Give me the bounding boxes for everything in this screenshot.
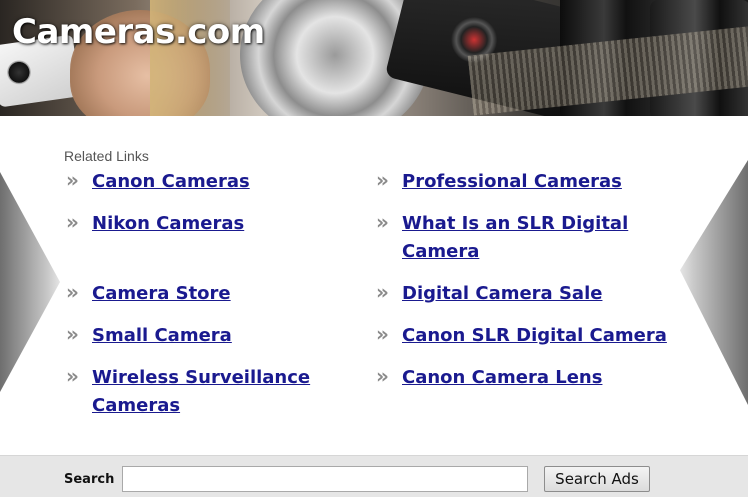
link-nikon-cameras[interactable]: Nikon Cameras: [92, 210, 244, 238]
list-item: » Wireless Surveillance Cameras: [66, 364, 310, 420]
right-chevron-decoration: [680, 160, 748, 405]
double-chevron-icon: »: [376, 322, 389, 346]
list-item: » Canon Cameras: [66, 168, 250, 196]
search-bar: Search Search Ads: [0, 455, 748, 497]
search-label: Search: [64, 472, 115, 487]
list-item: » Small Camera: [66, 322, 232, 350]
double-chevron-icon: »: [66, 364, 79, 388]
double-chevron-icon: »: [66, 322, 79, 346]
link-professional-cameras[interactable]: Professional Cameras: [402, 168, 622, 196]
link-wireless-surveillance-cameras[interactable]: Wireless Surveillance Cameras: [92, 364, 310, 420]
link-canon-cameras[interactable]: Canon Cameras: [92, 168, 250, 196]
site-title[interactable]: Cameras.com: [12, 12, 265, 52]
list-item: » What Is an SLR Digital Camera: [376, 210, 628, 266]
list-item: » Camera Store: [66, 280, 231, 308]
left-chevron-decoration: [0, 172, 60, 392]
search-ads-button[interactable]: Search Ads: [544, 466, 650, 492]
search-input[interactable]: [122, 466, 528, 492]
double-chevron-icon: »: [66, 210, 79, 234]
double-chevron-icon: »: [66, 168, 79, 192]
double-chevron-icon: »: [66, 280, 79, 304]
double-chevron-icon: »: [376, 210, 389, 234]
double-chevron-icon: »: [376, 168, 389, 192]
list-item: » Canon SLR Digital Camera: [376, 322, 667, 350]
double-chevron-icon: »: [376, 280, 389, 304]
list-item: » Canon Camera Lens: [376, 364, 602, 392]
list-item: » Professional Cameras: [376, 168, 622, 196]
list-item: » Digital Camera Sale: [376, 280, 602, 308]
double-chevron-icon: »: [376, 364, 389, 388]
related-links-heading: Related Links: [64, 148, 149, 164]
header-banner: Cameras.com: [0, 0, 748, 116]
link-digital-camera-sale[interactable]: Digital Camera Sale: [402, 280, 602, 308]
link-camera-store[interactable]: Camera Store: [92, 280, 231, 308]
list-item: » Nikon Cameras: [66, 210, 244, 238]
link-canon-camera-lens[interactable]: Canon Camera Lens: [402, 364, 602, 392]
link-canon-slr-digital-camera[interactable]: Canon SLR Digital Camera: [402, 322, 667, 350]
link-what-is-an-slr-digital-camera[interactable]: What Is an SLR Digital Camera: [402, 210, 628, 266]
link-small-camera[interactable]: Small Camera: [92, 322, 232, 350]
